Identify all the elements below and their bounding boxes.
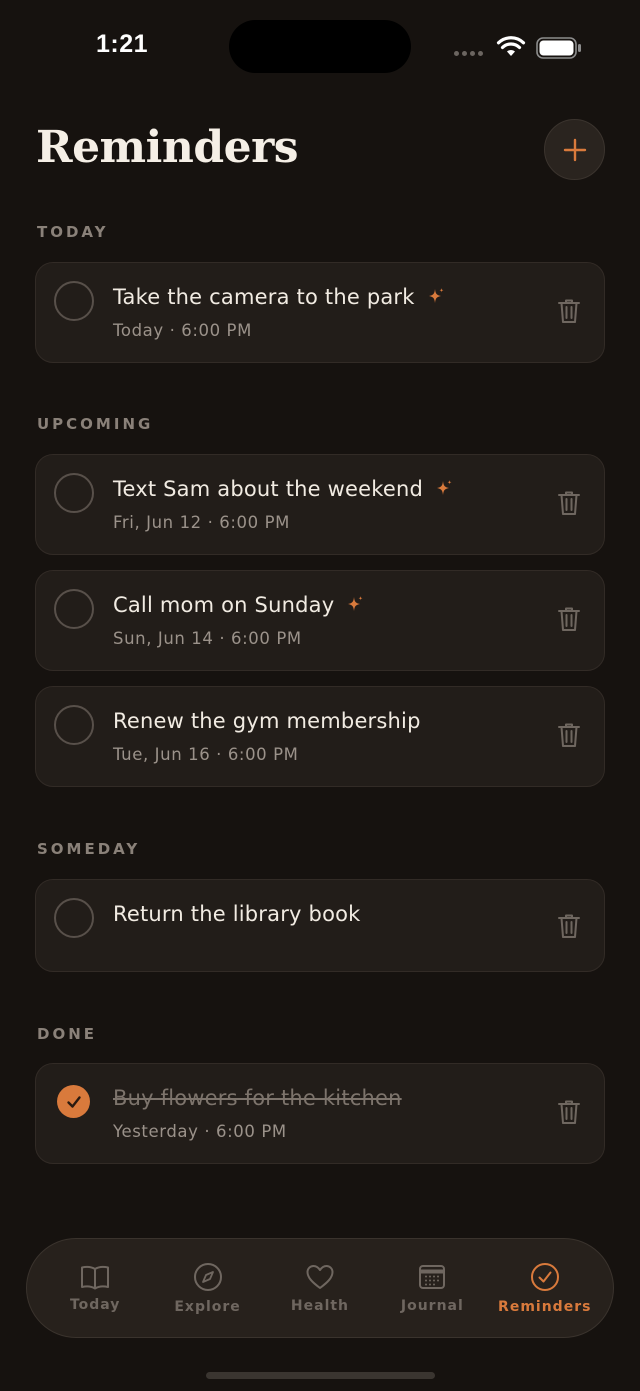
reminders-screen: 1:21 Reminders TODAY Take the camera to … (0, 0, 640, 1391)
trash-icon[interactable] (557, 297, 581, 325)
trash-icon[interactable] (557, 912, 581, 940)
tab-reminders[interactable]: Reminders (490, 1248, 600, 1328)
reminder-time: Today · 6:00 PM (113, 321, 252, 340)
complete-checkbox[interactable] (54, 281, 94, 321)
tab-health[interactable]: Health (265, 1248, 375, 1328)
reminder-time: Tue, Jun 16 · 6:00 PM (113, 745, 299, 764)
reminder-card[interactable]: Call mom on Sunday Sun, Jun 14 · 6:00 PM (35, 570, 605, 671)
complete-checkbox[interactable] (54, 898, 94, 938)
section-label-today: TODAY (37, 223, 109, 241)
check-circle-icon (530, 1262, 559, 1291)
complete-checkbox[interactable] (54, 705, 94, 745)
plus-icon (563, 138, 586, 161)
tab-bar: Today Explore Health Journal Reminders (26, 1238, 614, 1338)
section-label-done: DONE (37, 1025, 98, 1043)
sparkle-icon (437, 480, 452, 495)
tab-label: Reminders (498, 1298, 592, 1315)
heart-icon (306, 1264, 334, 1289)
tab-label: Explore (174, 1298, 241, 1315)
complete-checkbox[interactable] (54, 589, 94, 629)
tab-today[interactable]: Today (40, 1248, 150, 1328)
book-icon (81, 1265, 110, 1289)
cellular-signal-icon (454, 51, 483, 56)
status-time: 1:21 (96, 30, 149, 58)
reminder-title: Return the library book (113, 902, 361, 926)
trash-icon[interactable] (557, 489, 581, 517)
reminder-time: Fri, Jun 12 · 6:00 PM (113, 513, 290, 532)
reminder-title: Call mom on Sunday (113, 593, 335, 617)
complete-checkbox[interactable] (54, 473, 94, 513)
reminder-card[interactable]: Renew the gym membership Tue, Jun 16 · 6… (35, 686, 605, 787)
trash-icon[interactable] (557, 1098, 581, 1126)
reminder-card[interactable]: Return the library book (35, 879, 605, 972)
sparkle-icon (428, 288, 444, 303)
reminder-card-completed[interactable]: Buy flowers for the kitchen Yesterday · … (35, 1063, 605, 1164)
dynamic-island (229, 20, 411, 73)
trash-icon[interactable] (557, 721, 581, 749)
add-reminder-button[interactable] (544, 119, 605, 180)
battery-icon (536, 37, 581, 59)
section-label-someday: SOMEDAY (37, 840, 141, 858)
reminder-title: Text Sam about the weekend (113, 477, 424, 501)
tab-label: Today (69, 1296, 121, 1313)
page-title: Reminders (36, 122, 299, 173)
tab-label: Health (290, 1297, 350, 1314)
reminder-card[interactable]: Text Sam about the weekend Fri, Jun 12 ·… (35, 454, 605, 555)
completed-checkbox[interactable] (57, 1085, 90, 1118)
checkmark-icon (66, 1095, 81, 1108)
calendar-icon (419, 1264, 446, 1289)
reminder-title: Buy flowers for the kitchen (113, 1086, 402, 1110)
sparkle-icon (348, 596, 363, 611)
reminder-time: Yesterday · 6:00 PM (113, 1122, 287, 1141)
tab-label: Journal (400, 1297, 464, 1314)
wifi-icon (496, 36, 526, 56)
tab-explore[interactable]: Explore (153, 1248, 263, 1328)
home-indicator[interactable] (206, 1372, 435, 1379)
reminder-card[interactable]: Take the camera to the park Today · 6:00… (35, 262, 605, 363)
reminder-title: Renew the gym membership (113, 709, 421, 733)
tab-journal[interactable]: Journal (377, 1248, 487, 1328)
reminder-title: Take the camera to the park (113, 285, 415, 309)
trash-icon[interactable] (557, 605, 581, 633)
section-label-upcoming: UPCOMING (37, 415, 154, 433)
reminder-time: Sun, Jun 14 · 6:00 PM (113, 629, 302, 648)
compass-icon (193, 1262, 222, 1291)
